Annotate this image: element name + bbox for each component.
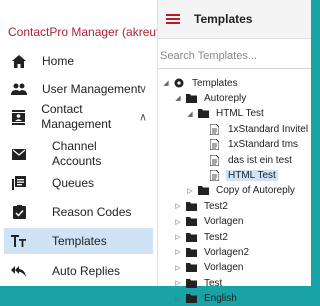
tree-item-folder[interactable]: ◢ HTML Test (186, 107, 266, 121)
sidebar-item-templates[interactable]: Templates (4, 228, 153, 254)
tree-item-folder[interactable]: ◢ Templates (162, 76, 240, 90)
expand-toggle-icon[interactable]: ▷ (174, 248, 182, 256)
sidebar: ContactPro Manager (akreuter) Home User … (0, 0, 174, 286)
sidebar-item-reason-codes[interactable]: Reason Codes (4, 203, 153, 221)
header-bar: Templates (158, 0, 311, 39)
tree-item-folder[interactable]: ▷ English (174, 292, 239, 306)
sidebar-item-label: Queues (52, 175, 95, 190)
tree-item-label: das ist ein test (228, 154, 292, 166)
document-icon (210, 154, 222, 166)
tree-item-folder[interactable]: ▷ Test (174, 276, 224, 290)
app-title: ContactPro Manager (akreuter) (8, 25, 175, 39)
page-title: Templates (194, 12, 253, 26)
sidebar-item-label: Auto Replies (52, 263, 121, 278)
search-input[interactable] (158, 46, 305, 62)
sidebar-item-label: Channel Accounts (52, 139, 102, 168)
expand-toggle-icon[interactable]: ▷ (186, 187, 194, 195)
chevron-down-icon[interactable]: ∨ (139, 83, 147, 96)
mail-icon (4, 148, 34, 160)
expand-toggle-icon[interactable]: ▷ (174, 202, 182, 210)
expand-toggle-icon[interactable]: ▷ (174, 218, 182, 226)
document-icon (210, 123, 222, 135)
tree-item-label: Templates (192, 77, 238, 89)
search-box (158, 46, 311, 69)
tree-item-label: HTML Test (216, 108, 264, 120)
chevron-up-icon[interactable]: ∧ (139, 111, 147, 124)
expand-toggle-icon[interactable]: ▷ (174, 264, 182, 272)
tree-item-label: Test2 (204, 231, 228, 243)
text-format-icon (4, 235, 34, 247)
checkbox-icon (4, 205, 34, 219)
collapse-toggle-icon[interactable]: ◢ (174, 94, 182, 102)
expand-toggle-icon[interactable]: ▷ (174, 295, 182, 303)
tree-item-folder[interactable]: ▷ Test2 (174, 199, 230, 213)
folder-icon (186, 201, 198, 211)
tree-item-label: Vorlagen (204, 262, 244, 274)
tree-item-label: Vorlagen2 (204, 246, 250, 258)
tree-item-label: 1xStandard Invitel (228, 123, 309, 135)
expand-toggle-icon[interactable]: ▷ (174, 233, 182, 241)
contacts-icon (4, 109, 33, 125)
folder-icon (186, 294, 198, 304)
tree-item-label: Copy of Autoreply (216, 185, 295, 197)
sidebar-item-channel-accounts[interactable]: Channel Accounts (4, 138, 153, 170)
root-icon (174, 78, 186, 88)
tree-item-folder[interactable]: ▷ Vorlagen2 (174, 245, 251, 259)
folder-icon (186, 278, 198, 288)
tree-item-label: Vorlagen (204, 216, 244, 228)
sidebar-item-auto-replies[interactable]: Auto Replies (4, 262, 153, 280)
sidebar-item-home[interactable]: Home (4, 52, 153, 70)
sidebar-item-label: User Management (42, 81, 141, 96)
collapse-toggle-icon[interactable]: ◢ (162, 79, 170, 87)
tree-item-label: Test (204, 277, 223, 289)
main-panel: Templates ◢ Templates ◢ Autoreply ◢ HTML Test… (157, 0, 311, 304)
home-icon (4, 54, 34, 68)
folder-icon (186, 263, 198, 273)
sidebar-item-label: Templates (52, 233, 107, 248)
tree-item-label: English (204, 293, 237, 305)
tree-item-folder[interactable]: ▷ Vorlagen (174, 261, 245, 275)
sidebar-item-contact-management[interactable]: Contact Management ∧ (4, 102, 153, 131)
document-icon (210, 169, 222, 181)
queue-icon (4, 176, 34, 190)
tree-item-template[interactable]: HTML Test (198, 168, 278, 182)
folder-icon (186, 217, 198, 227)
tree-item-folder[interactable]: ▷ Test2 (174, 230, 230, 244)
document-icon (210, 139, 222, 151)
tree-item-folder[interactable]: ▷ Copy of Autoreply (186, 184, 297, 198)
sidebar-item-label: Reason Codes (52, 204, 132, 219)
menu-icon[interactable] (166, 14, 180, 24)
tree-item-label: 1xStandard tms (228, 139, 299, 151)
folder-icon (186, 93, 198, 103)
folder-icon (198, 186, 210, 196)
reply-all-icon (4, 265, 34, 277)
folder-icon (198, 109, 210, 119)
sidebar-item-label: Home (42, 53, 75, 68)
tree-item-label: Test2 (204, 200, 228, 212)
tree-item-folder[interactable]: ◢ Autoreply (174, 91, 248, 105)
sidebar-item-queues[interactable]: Queues (4, 174, 153, 192)
folder-icon (186, 247, 198, 257)
folder-icon (186, 232, 198, 242)
tree-item-folder[interactable]: ▷ Vorlagen (174, 215, 245, 229)
collapse-toggle-icon[interactable]: ◢ (186, 110, 194, 118)
tree-item-label: Autoreply (204, 92, 247, 104)
sidebar-item-user-management[interactable]: User Management ∨ (4, 80, 153, 98)
tree-item-label: HTML Test (226, 169, 278, 181)
users-icon (4, 83, 34, 95)
sidebar-item-label: Contact Management (41, 102, 112, 131)
tree-item-template[interactable]: das ist ein test (198, 153, 294, 167)
tree-item-template[interactable]: 1xStandard Invitel (198, 122, 310, 136)
tree-item-template[interactable]: 1xStandard tms (198, 138, 300, 152)
